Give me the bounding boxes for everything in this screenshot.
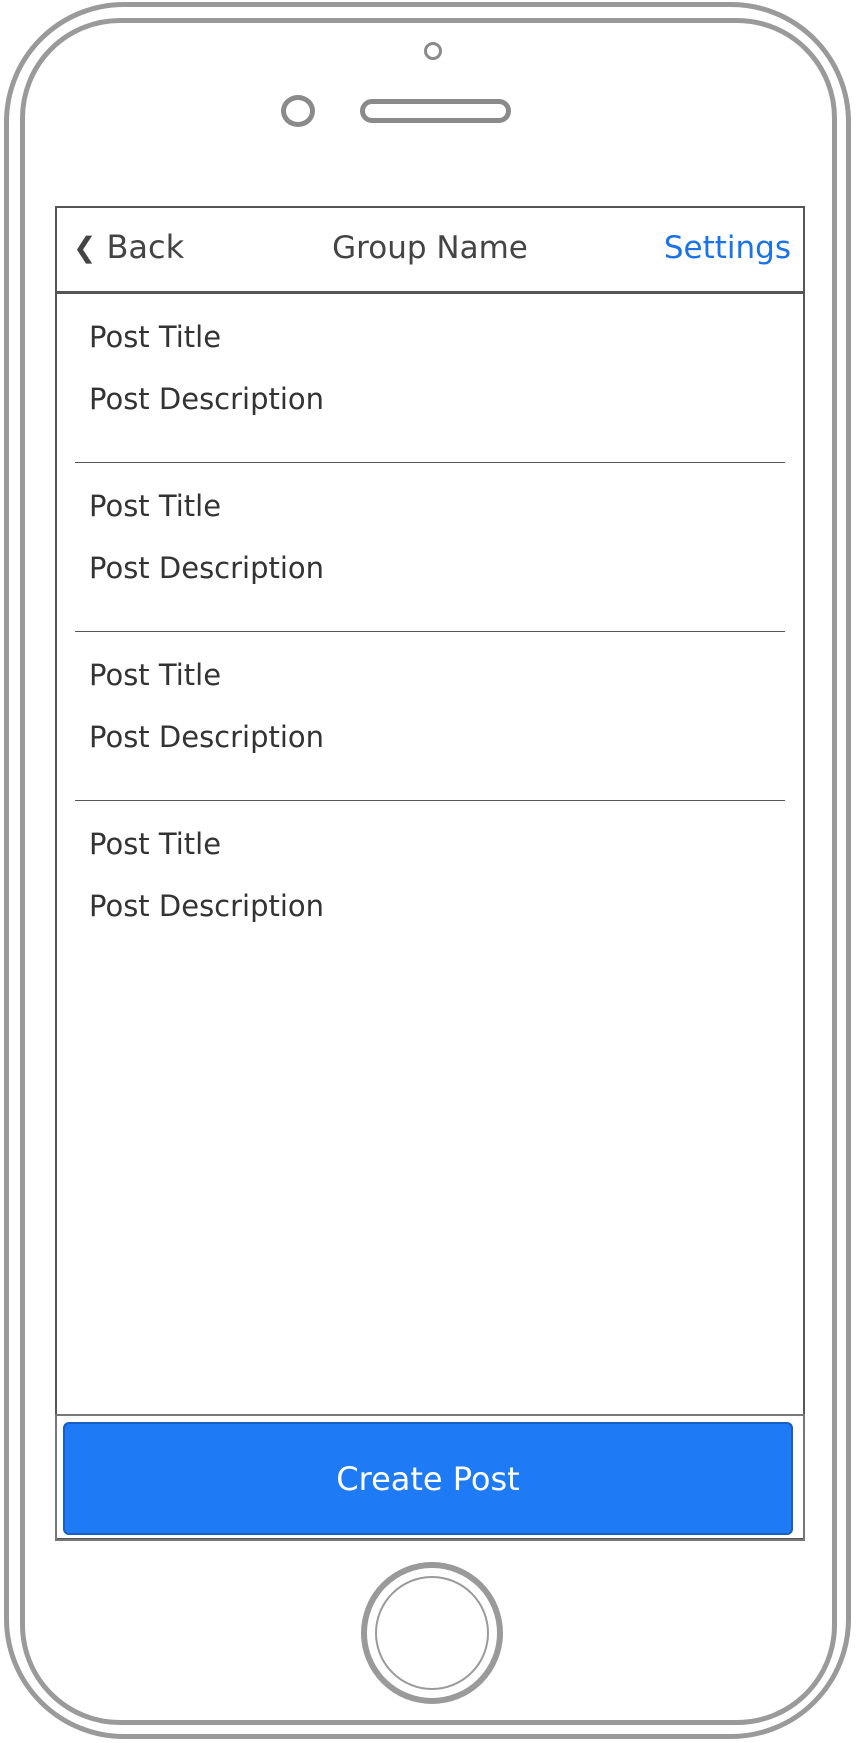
back-label: Back [106, 228, 185, 266]
list-item[interactable]: Post Title Post Description [75, 463, 785, 632]
settings-button[interactable]: Settings [664, 230, 791, 266]
post-title: Post Title [89, 658, 222, 692]
home-button-ring [375, 1576, 489, 1690]
proximity-sensor [281, 95, 315, 127]
post-title: Post Title [89, 827, 222, 861]
app-screen: ❮ Back Group Name Settings Post Title Po… [55, 206, 805, 1540]
post-description: Post Description [89, 720, 325, 754]
post-description: Post Description [89, 382, 325, 416]
front-camera [424, 42, 442, 60]
list-item[interactable]: Post Title Post Description [75, 294, 785, 463]
list-item[interactable]: Post Title Post Description [75, 801, 785, 970]
post-title: Post Title [89, 320, 222, 354]
create-post-button[interactable]: Create Post [63, 1422, 793, 1535]
navigation-bar: ❮ Back Group Name Settings [57, 208, 803, 294]
list-item[interactable]: Post Title Post Description [75, 632, 785, 801]
chevron-left-icon: ❮ [73, 230, 97, 264]
post-list: Post Title Post Description Post Title P… [57, 294, 803, 970]
home-button[interactable] [361, 1562, 503, 1704]
post-title: Post Title [89, 489, 222, 523]
post-description: Post Description [89, 889, 325, 923]
back-button[interactable]: ❮ Back [73, 228, 184, 266]
post-description: Post Description [89, 551, 325, 585]
earpiece-speaker [360, 99, 511, 123]
